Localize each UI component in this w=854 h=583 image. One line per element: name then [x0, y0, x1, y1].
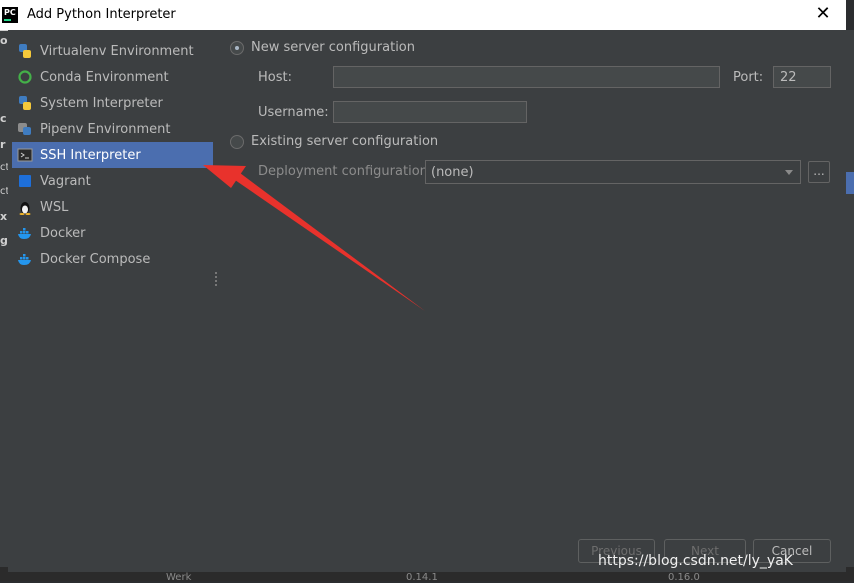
background-ide-left-panel: al o c r ct ct x g [0, 10, 8, 581]
list-item-system-interpreter[interactable]: System Interpreter [12, 90, 213, 116]
browse-deployment-button[interactable]: ... [808, 161, 830, 183]
background-fragment: r [0, 138, 6, 151]
close-button[interactable]: ✕ [814, 4, 832, 24]
panel-splitter-handle[interactable] [215, 272, 219, 286]
existing-server-configuration-radio[interactable]: Existing server configuration [230, 134, 438, 149]
background-fragment: x [0, 210, 8, 223]
list-item-docker-compose[interactable]: Docker Compose [12, 246, 213, 272]
list-item-label: Pipenv Environment [40, 121, 171, 137]
list-item-docker[interactable]: Docker [12, 220, 213, 246]
pipenv-icon [17, 121, 33, 137]
new-server-configuration-label: New server configuration [251, 40, 416, 55]
docker-icon [17, 225, 33, 241]
background-ide-right-panel [846, 30, 854, 581]
background-fragment: ct [0, 186, 8, 197]
existing-server-configuration-label: Existing server configuration [251, 134, 439, 149]
new-server-configuration-radio[interactable]: New server configuration [230, 40, 415, 55]
list-item-label: Conda Environment [40, 69, 169, 85]
list-item-label: SSH Interpreter [40, 147, 141, 163]
watermark-text: https://blog.csdn.net/ly_yaK [598, 553, 793, 569]
background-fragment: 0.16.0 [668, 572, 700, 583]
list-item-label: System Interpreter [40, 95, 163, 111]
dialog-title: Add Python Interpreter [27, 7, 176, 22]
python-icon [17, 43, 33, 59]
docker-compose-icon [17, 251, 33, 267]
pycharm-logo-icon: PC [2, 7, 18, 23]
conda-icon [17, 69, 33, 85]
deployment-configuration-label: Deployment configuration: [258, 164, 433, 179]
list-item-virtualenv[interactable]: Virtualenv Environment [12, 38, 213, 64]
host-label: Host: [258, 70, 292, 85]
list-item-wsl[interactable]: WSL [12, 194, 213, 220]
background-fragment: o [0, 34, 8, 47]
list-item-label: Docker Compose [40, 251, 151, 267]
background-fragment: 0.14.1 [406, 572, 438, 583]
list-item-pipenv[interactable]: Pipenv Environment [12, 116, 213, 142]
list-item-label: WSL [40, 199, 69, 215]
deployment-configuration-select[interactable]: (none) [425, 160, 801, 184]
radio-indicator [230, 134, 244, 149]
deployment-configuration-value: (none) [431, 164, 474, 180]
interpreter-type-list: Virtualenv Environment Conda Environment… [12, 38, 213, 272]
background-fragment: Werk [166, 572, 192, 583]
list-item-conda[interactable]: Conda Environment [12, 64, 213, 90]
username-label: Username: [258, 105, 329, 120]
chevron-down-icon [785, 170, 793, 175]
dialog-titlebar: PC Add Python Interpreter ✕ [0, 0, 846, 31]
background-fragment: c [0, 112, 7, 125]
list-item-label: Virtualenv Environment [40, 43, 194, 59]
port-input[interactable] [773, 66, 831, 88]
vagrant-icon [17, 173, 33, 189]
port-label: Port: [733, 70, 764, 85]
radio-indicator [230, 40, 244, 55]
background-selection [846, 172, 854, 194]
ssh-terminal-icon [17, 147, 33, 163]
host-input[interactable] [333, 66, 720, 88]
list-item-vagrant[interactable]: Vagrant [12, 168, 213, 194]
linux-penguin-icon [17, 199, 33, 215]
list-item-ssh-interpreter[interactable]: SSH Interpreter [12, 142, 213, 168]
background-fragment: ct [0, 162, 8, 173]
username-input[interactable] [333, 101, 527, 123]
python-icon [17, 95, 33, 111]
list-item-label: Vagrant [40, 173, 91, 189]
list-item-label: Docker [40, 225, 86, 241]
background-fragment: g [0, 234, 8, 247]
